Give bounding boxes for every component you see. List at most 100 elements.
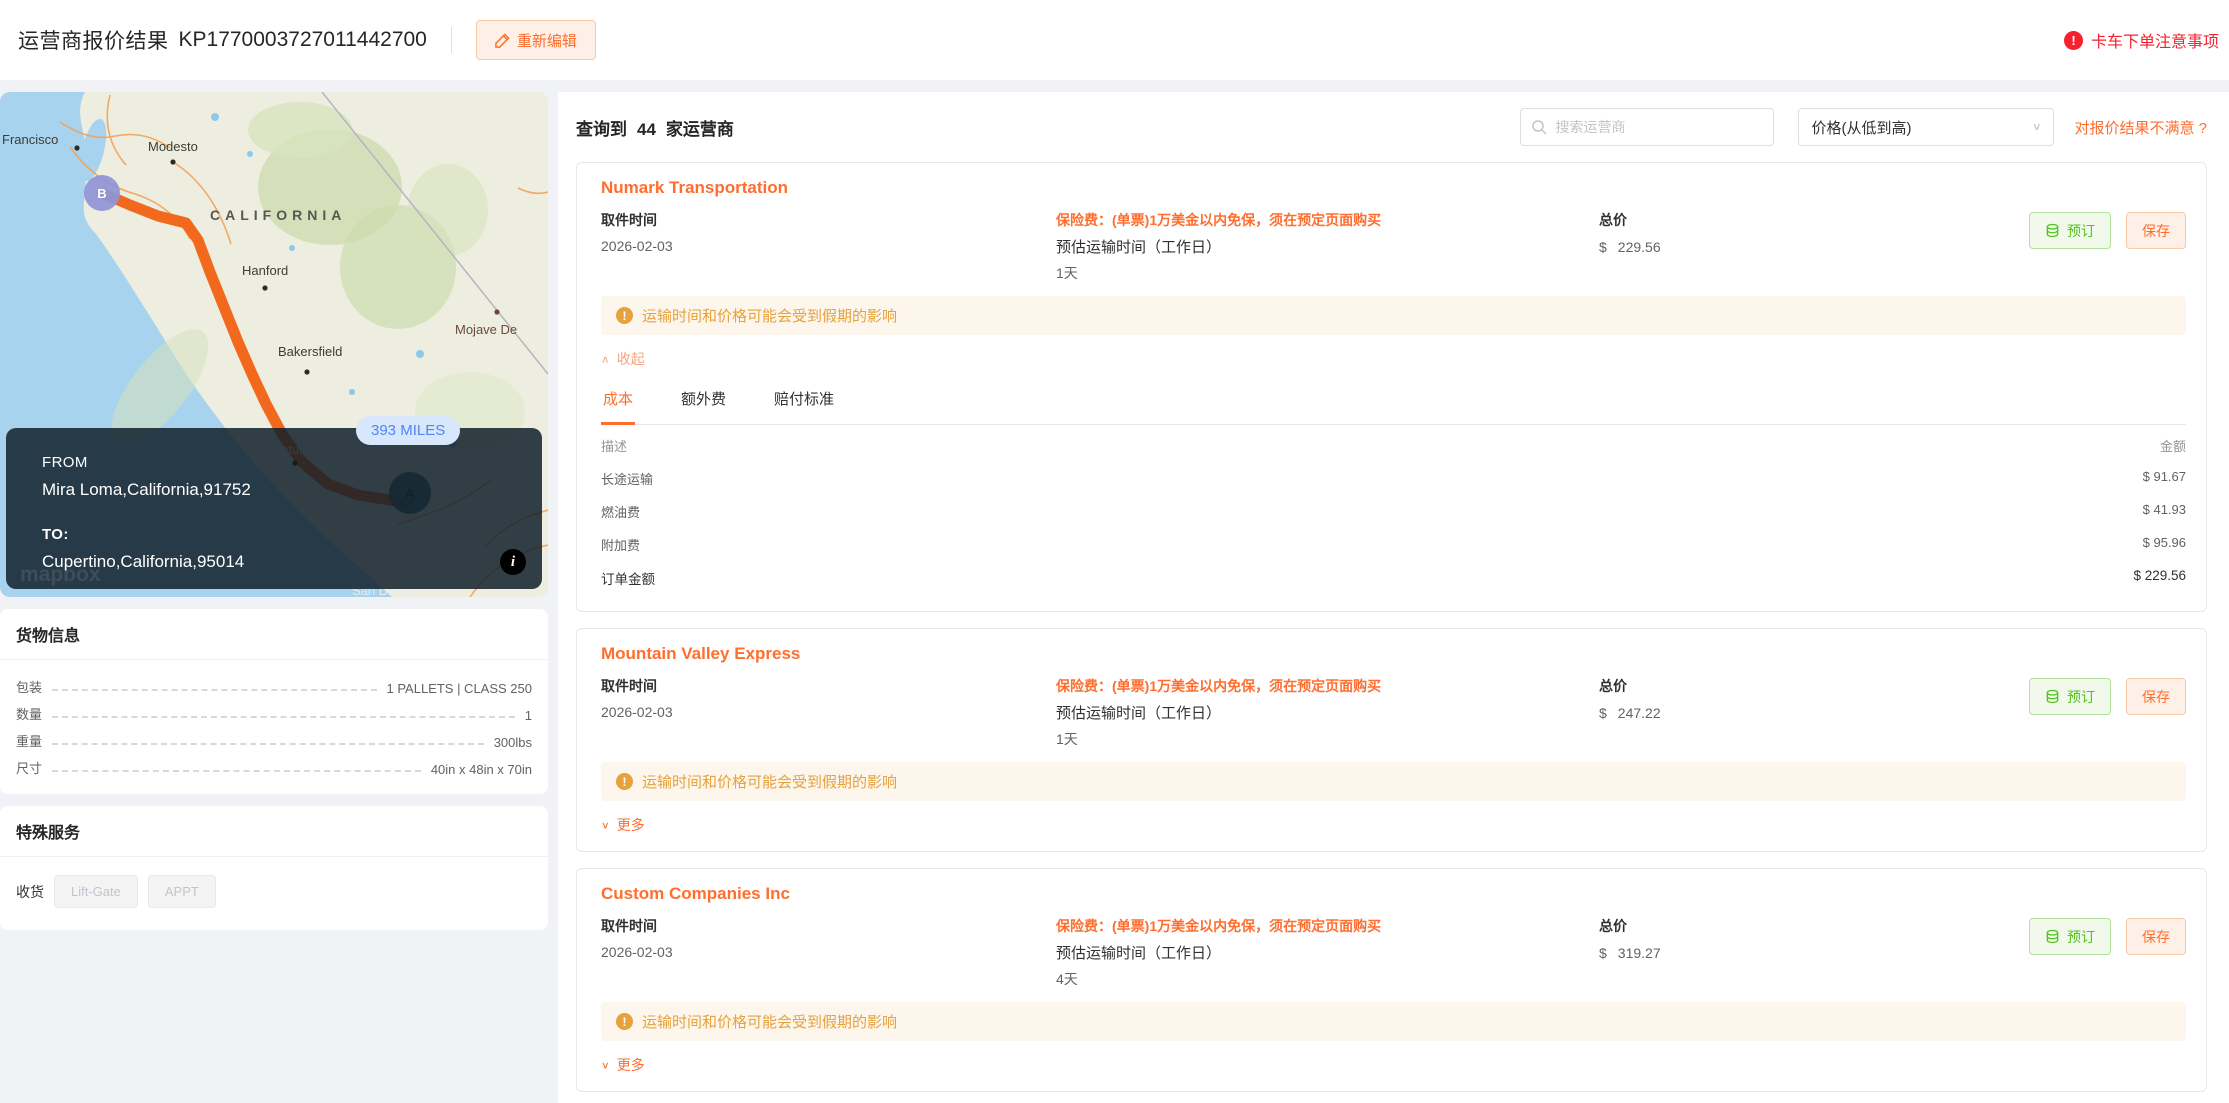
route-map[interactable]: Francisco Modesto Hanford Bakersfield Mo… <box>0 92 548 597</box>
coins-icon <box>2046 223 2059 238</box>
chevron-icon: ∨ <box>601 819 610 831</box>
quote-feedback-link[interactable]: 对报价结果不满意 ? <box>2074 117 2207 138</box>
currency-symbol: $ <box>1599 705 1607 721</box>
currency-symbol: $ <box>1599 239 1607 255</box>
carrier-search <box>1520 108 1775 146</box>
page-title: 运营商报价结果 <box>18 30 169 53</box>
top-bar: 运营商报价结果 KP1770003727011442700 重新编辑 ! 卡车下… <box>0 0 2229 80</box>
pickup-time-value: 2026-02-03 <box>601 944 673 960</box>
search-input[interactable] <box>1520 108 1775 146</box>
cargo-info-title: 货物信息 <box>0 609 548 660</box>
expand-toggle[interactable]: ∨ 更多 <box>601 815 2186 835</box>
coins-icon <box>2046 689 2059 704</box>
cost-detail: 成本 额外费 赔付标准 描述 金额 长途运输 $ 91.67 燃油费 $ 41.93 附加… <box>601 379 2186 595</box>
cost-table-header: 描述 金额 <box>601 439 2186 454</box>
map-info-button[interactable]: i <box>500 549 526 575</box>
mapbox-logo: mapbox <box>20 563 101 586</box>
alert-icon: ! <box>2063 30 2083 50</box>
cost-row: 燃油费 $ 41.93 <box>601 495 2186 528</box>
cargo-row: 数量 1 <box>16 699 532 726</box>
service-tag: APPT <box>147 875 216 908</box>
cargo-row-value: 1 <box>524 708 532 723</box>
pencil-icon <box>495 32 510 48</box>
pickup-time-label: 取件时间 <box>601 918 657 934</box>
to-address: Cupertino,California,95014 <box>42 552 245 571</box>
map-label-hanford: Hanford <box>242 263 288 278</box>
special-services-title: 特殊服务 <box>0 806 548 857</box>
detail-tabs: 成本 额外费 赔付标准 <box>601 379 2186 425</box>
sort-select[interactable]: 价格(从低到高) ∨ <box>1798 108 2055 146</box>
currency-symbol: $ <box>1599 945 1607 961</box>
results-count: 查询到 44 家运营商 <box>576 119 734 139</box>
cargo-row-label: 尺寸 <box>16 761 43 776</box>
dashed-leader <box>52 716 515 718</box>
holiday-warning-banner: ! 运输时间和价格可能会受到假期的影响 <box>601 762 2186 801</box>
pickup-time-label: 取件时间 <box>601 678 657 694</box>
map-label-san-francisco: Francisco <box>2 132 58 147</box>
map-label-modesto: Modesto <box>148 139 198 154</box>
carrier-name: Mountain Valley Express <box>601 644 801 663</box>
pickup-time-label: 取件时间 <box>601 212 657 228</box>
carrier-card: Custom Companies Inc 取件时间 2026-02-03 保险费… <box>576 868 2207 1092</box>
sidebar: Francisco Modesto Hanford Bakersfield Mo… <box>0 92 548 1103</box>
chevron-down-icon: ∨ <box>2031 120 2042 133</box>
divider <box>450 27 452 53</box>
total-price-value: $247.22 <box>1599 705 1661 721</box>
pickup-time-value: 2026-02-03 <box>601 238 673 254</box>
warning-icon: ! <box>616 1013 633 1030</box>
book-button[interactable]: 预订 <box>2029 678 2111 715</box>
chevron-icon: ∨ <box>601 1059 610 1071</box>
coins-icon <box>2046 929 2059 944</box>
cargo-info-card: 货物信息 包装 1 PALLETS | CLASS 250 数量 1 重量 300lbs 尺… <box>0 609 548 794</box>
carrier-count: 44 <box>637 119 656 139</box>
cost-table: 描述 金额 长途运输 $ 91.67 燃油费 $ 41.93 附加费 $ 95.96 订单金… <box>601 429 2186 595</box>
insurance-note: 保险费：(单票)1万美金以内免保，须在预定页面购买 <box>1056 212 1382 228</box>
cargo-row-value: 300lbs <box>493 735 532 750</box>
order-id: KP1770003727011442700 <box>178 28 427 51</box>
expand-toggle[interactable]: ∧ 收起 <box>601 349 2186 369</box>
cargo-row-label: 重量 <box>16 734 43 749</box>
carrier-name: Custom Companies Inc <box>601 884 790 903</box>
save-button[interactable]: 保存 <box>2126 918 2186 955</box>
special-services-card: 特殊服务 收货 Lift-Gate APPT <box>0 806 548 930</box>
cargo-row-label: 包装 <box>16 680 43 695</box>
cost-row: 附加费 $ 95.96 <box>601 528 2186 561</box>
transit-days: 1天 <box>1056 265 1078 281</box>
total-price-label: 总价 <box>1599 678 1627 694</box>
book-button[interactable]: 预订 <box>2029 212 2111 249</box>
expand-toggle[interactable]: ∨ 更多 <box>601 1055 2186 1075</box>
total-price-label: 总价 <box>1599 918 1627 934</box>
total-price-value: $229.56 <box>1599 239 1661 255</box>
transit-days: 1天 <box>1056 731 1078 747</box>
carrier-card: Numark Transportation 取件时间 2026-02-03 保险… <box>576 162 2207 612</box>
cost-row-amount: $ 95.96 <box>2142 535 2186 550</box>
tab-extra-fees[interactable]: 额外费 <box>679 379 728 424</box>
transit-time-label: 预估运输时间（工作日） <box>1056 705 1222 722</box>
total-price-label: 总价 <box>1599 212 1627 228</box>
re-edit-button[interactable]: 重新编辑 <box>475 20 596 60</box>
cost-row: 长途运输 $ 91.67 <box>601 462 2186 495</box>
delivery-label: 收货 <box>16 883 44 900</box>
chevron-icon: ∧ <box>601 353 610 365</box>
total-price-value: $319.27 <box>1599 945 1661 961</box>
tab-compensation[interactable]: 赔付标准 <box>772 379 836 424</box>
transit-days: 4天 <box>1056 971 1078 987</box>
cargo-row-value: 40in x 48in x 70in <box>430 762 532 777</box>
book-button[interactable]: 预订 <box>2029 918 2111 955</box>
save-button[interactable]: 保存 <box>2126 678 2186 715</box>
transit-time-label: 预估运输时间（工作日） <box>1056 945 1222 962</box>
tab-cost[interactable]: 成本 <box>601 379 636 425</box>
cost-row-label: 长途运输 <box>601 472 654 487</box>
cargo-row: 重量 300lbs <box>16 726 532 753</box>
save-button[interactable]: 保存 <box>2126 212 2186 249</box>
distance-badge: 393 MILES <box>356 416 461 445</box>
to-label: TO: <box>42 526 69 543</box>
marker-b: B <box>97 186 106 201</box>
truck-order-notice-link[interactable]: ! 卡车下单注意事项 <box>2063 28 2219 52</box>
cost-row-label: 附加费 <box>601 538 641 553</box>
dashed-leader <box>52 689 377 691</box>
holiday-warning-banner: ! 运输时间和价格可能会受到假期的影响 <box>601 1002 2186 1041</box>
map-label-state: CALIFORNIA <box>210 207 346 223</box>
pickup-time-value: 2026-02-03 <box>601 704 673 720</box>
insurance-note: 保险费：(单票)1万美金以内免保，须在预定页面购买 <box>1056 678 1382 694</box>
